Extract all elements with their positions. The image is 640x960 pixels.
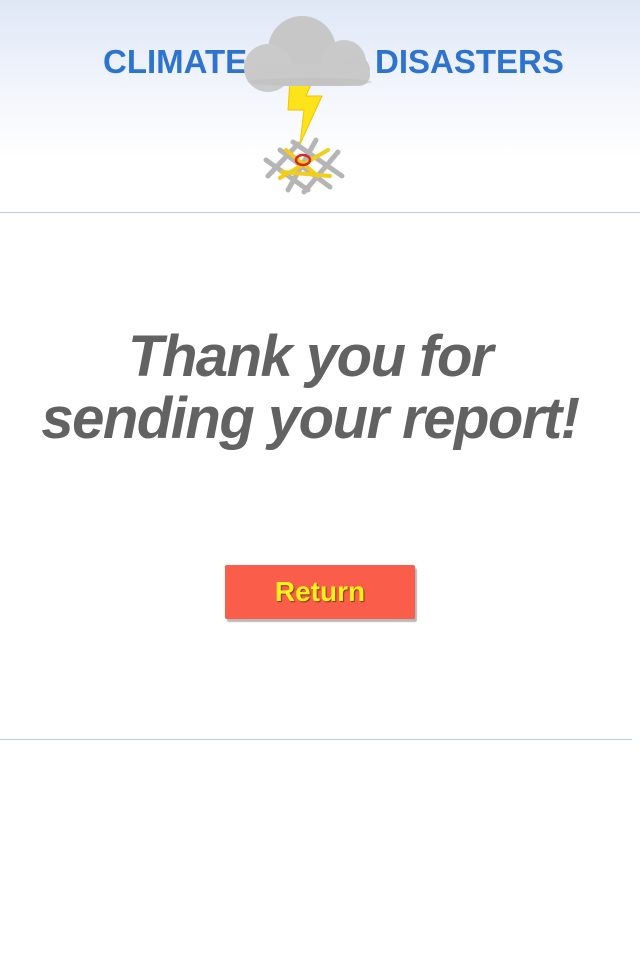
header-divider [0, 212, 640, 213]
thank-you-message: Thank you for sending your report! [0, 326, 620, 450]
cloud-lightning-map-logo [244, 16, 372, 195]
app-header: CLIMATE DISASTERS [0, 0, 640, 212]
return-button[interactable]: Return [225, 565, 415, 619]
footer-divider [0, 739, 632, 740]
thank-you-page: CLIMATE DISASTERS Thank you for sending … [0, 0, 640, 960]
title-disasters: DISASTERS [375, 43, 564, 80]
message-line-2: sending your report! [41, 386, 580, 451]
cloud-icon [244, 16, 372, 92]
title-climate: CLIMATE [103, 43, 248, 80]
lightning-icon [287, 81, 323, 145]
message-line-1: Thank you for [128, 324, 493, 389]
